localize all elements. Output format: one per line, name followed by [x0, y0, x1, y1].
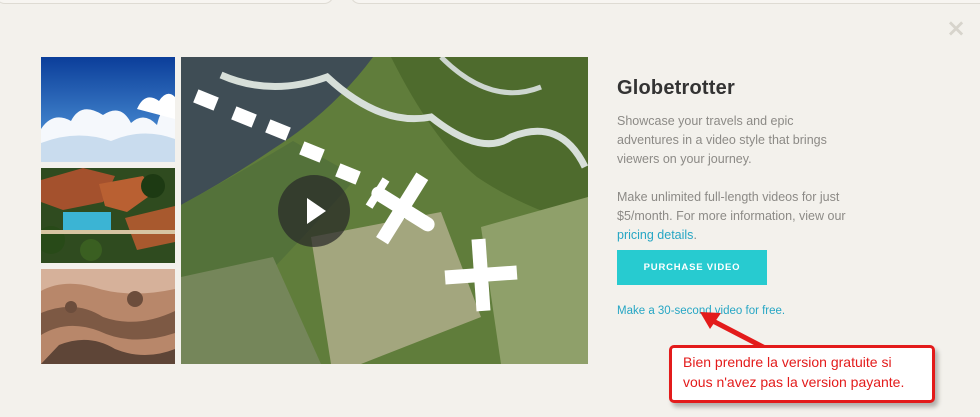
- thumbnail-mansion: [41, 168, 175, 263]
- page-title: Globetrotter: [617, 77, 735, 99]
- desert-aerial-image: [41, 269, 175, 364]
- annotation-line-1: Bien prendre la version gratuite si: [683, 354, 892, 370]
- video-preview-gallery: [41, 57, 588, 364]
- mansion-pool-image: [41, 168, 175, 263]
- annotation-line-2: vous n'avez pas la version payante.: [683, 374, 905, 390]
- main-video-preview[interactable]: [181, 57, 588, 364]
- description: Showcase your travels and epic adventure…: [617, 114, 827, 166]
- aerial-map-image: [181, 57, 588, 364]
- play-icon[interactable]: [278, 175, 350, 247]
- thumbnail-sky: [41, 57, 175, 162]
- pricing-text-after: .: [693, 228, 697, 242]
- top-left-tab: [0, 0, 334, 4]
- annotation-callout: Bien prendre la version gratuite si vous…: [669, 345, 935, 403]
- top-right-tab: [350, 0, 980, 4]
- close-icon[interactable]: ×: [946, 16, 966, 40]
- product-info: Globetrotter Showcase your travels and e…: [617, 77, 857, 245]
- sky-clouds-image: [41, 57, 175, 162]
- pricing-details-link[interactable]: pricing details: [617, 228, 693, 242]
- thumbnail-desert: [41, 269, 175, 364]
- pricing-text-before: Make unlimited full-length videos for ju…: [617, 190, 846, 223]
- purchase-video-button[interactable]: PURCHASE VIDEO: [617, 250, 767, 285]
- pricing-text: Make unlimited full-length videos for ju…: [617, 188, 857, 245]
